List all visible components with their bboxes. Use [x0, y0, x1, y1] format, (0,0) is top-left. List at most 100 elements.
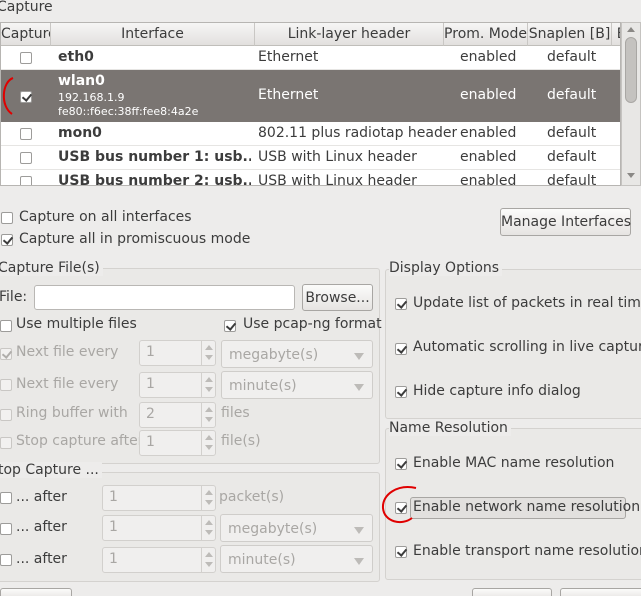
spinner-buttons[interactable]	[201, 373, 215, 397]
transport-resolution-checkbox[interactable]	[395, 546, 407, 558]
link-layer: Ethernet	[258, 49, 319, 65]
stop-packets-label[interactable]: ... after	[16, 489, 67, 505]
spin-down-icon[interactable]	[205, 417, 213, 422]
stop-time-label[interactable]: ... after	[16, 551, 67, 567]
spin-down-icon[interactable]	[205, 500, 213, 505]
next-file-time-label[interactable]: Next file every	[16, 376, 118, 392]
pcapng-checkbox[interactable]	[224, 320, 236, 332]
mac-resolution-checkbox[interactable]	[395, 458, 407, 470]
spinner-buttons[interactable]	[201, 548, 215, 572]
mac-resolution-label[interactable]: Enable MAC name resolution	[413, 455, 614, 471]
prom-mode: enabled	[460, 87, 517, 103]
capture-all-interfaces-label[interactable]: Capture on all interfaces	[19, 209, 192, 225]
spinner-buttons[interactable]	[201, 431, 215, 455]
browse-button[interactable]: Browse...	[302, 284, 373, 311]
col-interface[interactable]: Interface	[51, 23, 255, 46]
spinner-buttons[interactable]	[201, 486, 215, 510]
capture-legend: Capture	[0, 0, 53, 15]
spin-down-icon[interactable]	[205, 355, 213, 360]
spin-up-icon[interactable]	[205, 345, 213, 350]
spin-up-icon[interactable]	[205, 552, 213, 557]
pcapng-label[interactable]: Use pcap-ng format	[243, 316, 382, 332]
spin-up-icon[interactable]	[205, 490, 213, 495]
scroll-down-icon[interactable]	[627, 173, 635, 178]
dropdown-arrow-icon	[354, 384, 364, 391]
row-capture-checkbox[interactable]	[20, 152, 32, 164]
hide-info-label[interactable]: Hide capture info dialog	[413, 383, 581, 399]
scroll-up-icon[interactable]	[627, 27, 635, 32]
stop-time-checkbox[interactable]	[0, 554, 12, 566]
bottom-middle-button[interactable]	[472, 588, 552, 596]
vertical-scrollbar-thumb[interactable]	[625, 37, 637, 103]
table-row[interactable]: USB bus number 1: usb... USB with Linux …	[1, 146, 620, 170]
combo-value: minute(s)	[228, 552, 296, 568]
table-row[interactable]: USB bus number 2: usb... USB with Linux …	[1, 170, 620, 186]
manage-interfaces-button[interactable]: Manage Interfaces	[500, 208, 631, 236]
stop-size-checkbox[interactable]	[0, 523, 12, 535]
update-list-checkbox[interactable]	[395, 298, 407, 310]
table-row-selected[interactable]: wlan0 192.168.1.9 fe80::f6ec:38ff:fee8:4…	[1, 70, 620, 122]
next-file-size-checkbox[interactable]	[0, 348, 12, 360]
spin-down-icon[interactable]	[205, 562, 213, 567]
stop-time-spinner[interactable]: 1	[102, 547, 216, 573]
spin-down-icon[interactable]	[205, 387, 213, 392]
spin-up-icon[interactable]	[205, 520, 213, 525]
next-file-size-unit-combo[interactable]: megabyte(s)	[221, 340, 373, 368]
row-capture-checkbox[interactable]	[20, 128, 32, 140]
interface-name: USB bus number 2: usb...	[58, 173, 251, 186]
next-file-time-unit-combo[interactable]: minute(s)	[221, 371, 373, 399]
stop-size-unit-combo[interactable]: megabyte(s)	[220, 514, 373, 542]
interface-ipv4: 192.168.1.9	[58, 91, 125, 104]
next-file-time-checkbox[interactable]	[0, 379, 12, 391]
spin-down-icon[interactable]	[205, 445, 213, 450]
row-capture-checkbox[interactable]	[20, 91, 32, 103]
col-prom-mode[interactable]: Prom. Mode	[444, 23, 528, 46]
stop-after-files-label[interactable]: Stop capture after	[16, 433, 143, 449]
spinner-buttons[interactable]	[201, 516, 215, 540]
col-buffer[interactable]: B	[612, 23, 620, 46]
col-link-layer[interactable]: Link-layer header	[255, 23, 444, 46]
row-capture-checkbox[interactable]	[20, 52, 32, 64]
prom-mode: enabled	[460, 49, 517, 65]
auto-scroll-checkbox[interactable]	[395, 343, 407, 355]
stop-size-label[interactable]: ... after	[16, 519, 67, 535]
ring-buffer-label[interactable]: Ring buffer with	[16, 405, 128, 421]
stop-packets-checkbox[interactable]	[0, 492, 12, 504]
multiple-files-checkbox[interactable]	[0, 320, 12, 332]
bottom-left-button[interactable]	[0, 588, 72, 596]
transport-resolution-label[interactable]: Enable transport name resolution	[413, 543, 641, 559]
spinner-buttons[interactable]	[201, 403, 215, 427]
capture-all-promiscuous-checkbox[interactable]	[1, 234, 13, 246]
col-capture[interactable]: Capture	[1, 23, 51, 46]
table-row[interactable]: mon0 802.11 plus radiotap header enabled…	[1, 122, 620, 146]
stop-size-spinner[interactable]: 1	[102, 515, 216, 541]
update-list-label[interactable]: Update list of packets in real time	[413, 295, 641, 311]
spin-up-icon[interactable]	[205, 407, 213, 412]
multiple-files-label[interactable]: Use multiple files	[16, 316, 137, 332]
hide-info-checkbox[interactable]	[395, 386, 407, 398]
spin-up-icon[interactable]	[205, 377, 213, 382]
snaplen: default	[547, 149, 597, 165]
col-snaplen[interactable]: Snaplen [B]	[528, 23, 612, 46]
file-input[interactable]	[34, 285, 295, 310]
dropdown-arrow-icon	[354, 527, 364, 534]
stop-packets-spinner[interactable]: 1	[102, 485, 216, 511]
network-resolution-label[interactable]: Enable network name resolution	[413, 499, 640, 515]
auto-scroll-label[interactable]: Automatic scrolling in live capture	[413, 339, 641, 355]
ring-buffer-checkbox[interactable]	[0, 409, 12, 421]
capture-all-interfaces-checkbox[interactable]	[1, 212, 13, 224]
stop-after-files-unit: file(s)	[221, 433, 261, 449]
capture-all-promiscuous-label[interactable]: Capture all in promiscuous mode	[19, 231, 250, 247]
stop-after-files-checkbox[interactable]	[0, 437, 12, 449]
stop-time-unit-combo[interactable]: minute(s)	[220, 545, 373, 573]
interface-ipv6: fe80::f6ec:38ff:fee8:4a2e	[58, 105, 199, 118]
table-row[interactable]: eth0 Ethernet enabled default	[1, 46, 620, 70]
spinner-buttons[interactable]	[201, 341, 215, 365]
spin-down-icon[interactable]	[205, 530, 213, 535]
combo-value: megabyte(s)	[228, 521, 318, 537]
bottom-right-button[interactable]	[560, 588, 641, 596]
spin-up-icon[interactable]	[205, 435, 213, 440]
vertical-scrollbar[interactable]	[621, 22, 641, 186]
next-file-size-label[interactable]: Next file every	[16, 344, 118, 360]
row-capture-checkbox[interactable]	[20, 176, 32, 185]
